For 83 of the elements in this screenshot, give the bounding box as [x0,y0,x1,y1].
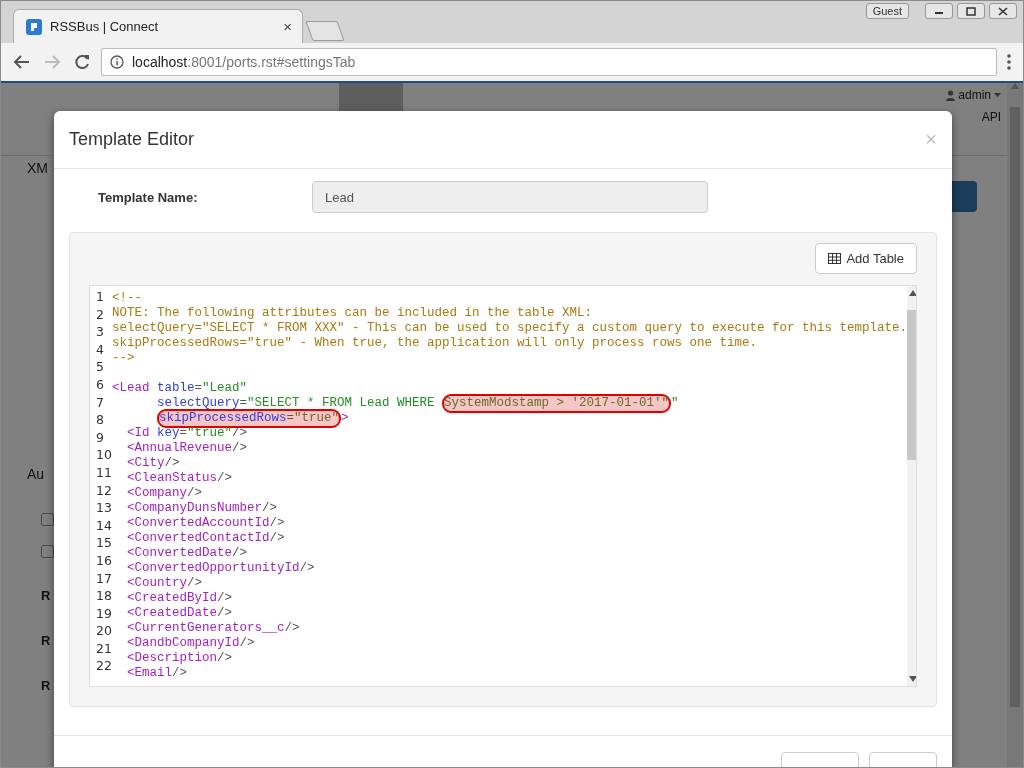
field-label: R [41,633,51,648]
field-label: R [41,588,51,603]
code-line: <ConvertedAccountId/> [125,516,286,531]
field-label: R [41,678,51,693]
code-line: <!-- [111,291,143,306]
code-line: selectQuery="SELECT * FROM XXX" - This can be used to specify a custom query to execute for this template. [111,321,908,336]
code-line: <Description/> [125,651,233,666]
browser-tab[interactable]: RSSBus | Connect × [13,9,303,43]
line-number: 13 [95,500,112,518]
code-line: <CreatedById/> [125,591,233,606]
maximize-icon [966,6,976,16]
add-table-button[interactable]: Add Table [815,243,917,274]
code-line: <Email/> [125,666,188,681]
line-number: 18 [95,588,112,606]
code-line: <City/> [125,456,181,471]
app-logo-icon [26,18,42,35]
line-number: 19 [95,605,112,623]
code-line: skipProcessedRows="true" - When true, the application will only process rows one time. [111,336,758,351]
line-number: 14 [95,517,112,535]
code-line: <Lead table="Lead" [111,381,248,396]
line-number: 20 [95,623,112,641]
code-line: <CurrentGenerators__c/> [125,621,301,636]
section-heading: XM [27,160,48,176]
code-line: <Id key="true"/> [125,426,248,441]
maximize-button[interactable] [957,3,985,19]
caret-icon [994,93,1001,97]
close-icon [998,6,1008,16]
code-line: NOTE: The following attributes can be included in the table XML: [111,306,593,321]
code-line: <ConvertedDate/> [125,546,248,561]
code-editor[interactable] [89,285,917,687]
code-line: <ConvertedOpportunityId/> [125,561,316,576]
highlight-marker: skipProcessedRows="true" [156,409,341,428]
line-number: 17 [95,570,112,588]
table-icon [828,253,842,264]
line-number: 22 [95,658,112,676]
code-line: --> [111,351,136,366]
line-number: 1 [95,289,105,306]
section-heading: Au [27,466,45,482]
line-number: 21 [95,640,112,658]
info-icon [110,55,124,69]
line-number: 4 [95,341,105,359]
code-line: <CreatedDate/> [125,606,233,621]
code-line: <Country/> [125,576,203,591]
line-number: 6 [95,376,105,394]
line-number: 5 [95,359,105,377]
scroll-up-icon [909,290,916,296]
field-label: Template Name: [98,189,199,205]
line-number: 16 [95,552,112,570]
user-menu[interactable]: admin [946,88,1001,102]
scroll-down-icon [909,676,916,682]
line-number: 12 [95,482,112,500]
template-name-field[interactable]: Lead [312,181,708,213]
code-line: <CompanyDunsNumber/> [125,501,278,516]
url-text: localhost:8001/ports.rst#settingsTab [132,54,356,70]
code-line: <CleanStatus/> [125,471,233,486]
line-number: 3 [95,324,105,342]
line-number: 9 [95,429,105,447]
line-number: 7 [95,394,105,412]
line-number: 10 [95,447,112,465]
menu-icon[interactable] [1005,52,1013,72]
code-line: <AnnualRevenue/> [125,441,248,456]
address-bar[interactable]: localhost:8001/ports.rst#settingsTab [101,48,997,76]
code-line: skipProcessedRows="true" > [111,411,908,426]
scrollbar-thumb[interactable] [1010,107,1020,707]
tab-close-button[interactable]: × [283,18,292,35]
code-line: <Company/> [125,486,203,501]
minimize-button[interactable] [925,3,953,19]
line-number: 2 [95,306,105,324]
line-number: 8 [95,412,105,430]
user-icon [946,89,956,101]
code-line: <DandbCompanyId/> [125,636,256,651]
tab-title: RSSBus | Connect [50,19,160,34]
highlight-marker: SystemModstamp > '2017-01-01'" [442,394,672,413]
close-button[interactable] [989,3,1017,19]
api-link[interactable]: API [981,110,1001,124]
line-number: 15 [95,535,112,553]
code-line: selectQuery="SELECT * FROM Lead WHERE SystemModstamp > '2017-01-01'" " [111,396,908,411]
line-number: 11 [95,464,112,482]
new-tab-button[interactable] [305,21,345,41]
code-line: <ConvertedContactId/> [125,531,286,546]
dialog-title: Template Editor [69,129,195,150]
guest-button[interactable]: Guest [865,3,909,19]
scrollbar-thumb[interactable] [907,310,916,460]
